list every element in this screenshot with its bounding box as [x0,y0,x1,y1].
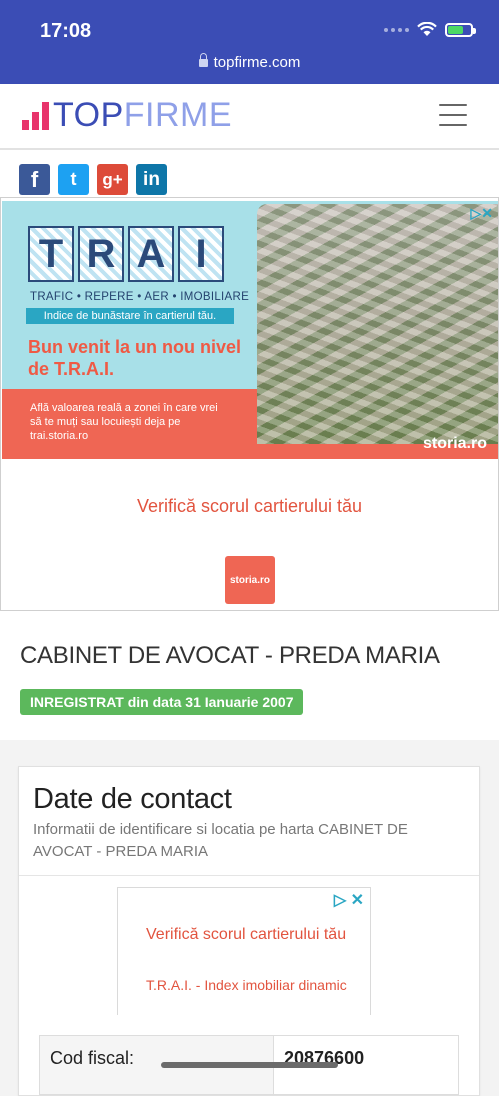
inline-ad-title[interactable]: Verifică scorul cartierului tău [146,924,356,945]
battery-level [448,25,464,34]
url-text: topfirme.com [213,54,301,71]
ad-brand: storia.ro [422,435,487,452]
social-share-bar: f t g+ in [19,164,167,195]
ad-letter: A [128,226,174,282]
hamburger-icon[interactable] [439,104,467,126]
ad-letter: R [78,226,124,282]
logo-text: TOPFIRME [53,98,232,132]
ad-letter: T [28,226,74,282]
googleplus-icon[interactable]: g+ [97,164,128,195]
facebook-icon[interactable]: f [19,164,50,195]
logo-top: TOP [53,96,124,134]
battery-icon [445,22,476,37]
twitter-icon[interactable]: t [58,164,89,195]
linkedin-icon[interactable]: in [136,164,167,195]
site-logo[interactable]: TOPFIRME [22,98,232,132]
ad-banner[interactable]: T R A I TRAFIC • REPERE • AER • IMOBILIA… [0,197,499,611]
adchoices-icon[interactable]: ▷ ✕ [334,890,364,910]
signal-icon [384,27,409,32]
card-title: Date de contact [33,783,232,815]
ad-tagline: Indice de bunăstare în cartierul tău. [26,308,234,324]
status-icons [384,22,476,37]
ad-subtitle: TRAFIC • REPERE • AER • IMOBILIARE [30,291,250,303]
inline-ad[interactable]: ▷ ✕ Verifică scorul cartierului tău T.R.… [117,887,371,1015]
site-header: TOPFIRME [0,84,499,150]
address-bar[interactable]: topfirme.com [0,53,499,71]
card-subtitle: Informatii de identificare si locatia pe… [33,821,408,860]
company-name: CABINET DE AVOCAT - PREDA MARIA [20,642,440,669]
status-badge: INREGISTRAT din data 31 Ianuarie 2007 [20,689,304,715]
ad-brand-button[interactable]: storia.ro [225,556,275,604]
status-time: 17:08 [40,20,92,42]
logo-firme: FIRME [123,96,233,134]
home-indicator[interactable] [161,1062,338,1068]
ad-cta-text[interactable]: Verifică scorul cartierului tău [1,496,498,517]
ad-banner-image[interactable]: T R A I TRAFIC • REPERE • AER • IMOBILIA… [2,201,498,459]
card-divider [19,875,479,876]
adchoices-icon[interactable]: ▷✕ [471,205,494,222]
wifi-icon [417,22,437,36]
ad-letter: I [178,226,224,282]
ad-description: Află valoarea reală a zonei în care vrei… [30,402,218,442]
ad-title-letters: T R A I [28,226,224,282]
ad-headline: Bun venit la un nou nivel de T.R.A.I. [28,337,242,379]
contact-card: Date de contact Informatii de identifica… [18,766,480,1096]
lock-icon [198,53,208,67]
city-photo [257,204,498,444]
inline-ad-description[interactable]: T.R.A.I. - Index imobiliar dinamic [146,976,356,994]
status-bar: 17:08 topfirme.com [0,0,499,84]
logo-bars-icon [22,102,49,132]
